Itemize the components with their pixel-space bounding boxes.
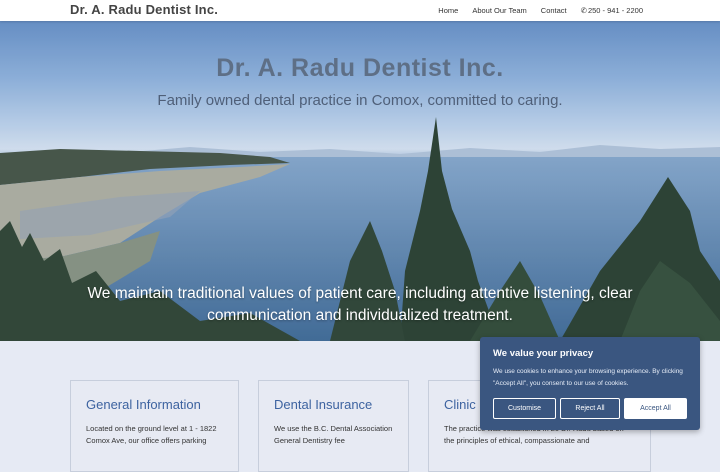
hero-section: Dr. A. Radu Dentist Inc. Family owned de… xyxy=(0,21,720,341)
hero-title: Dr. A. Radu Dentist Inc. xyxy=(216,54,504,82)
card-text: Located on the ground level at 1 - 1822 … xyxy=(86,424,217,445)
cookie-text: We use cookies to enhance your browsing … xyxy=(493,368,683,387)
nav-home[interactable]: Home xyxy=(438,6,458,15)
card-text: We use the B.C. Dental Association Gener… xyxy=(274,424,393,445)
phone-icon: ✆ xyxy=(580,6,587,15)
card-title: Clinic xyxy=(444,397,476,412)
site-brand[interactable]: Dr. A. Radu Dentist Inc. xyxy=(70,2,218,17)
card-dental-insurance: Dental Insurance We use the B.C. Dental … xyxy=(258,380,409,472)
main-nav: Home About Our Team Contact ✆250 - 941 -… xyxy=(438,6,643,15)
card-title: General Information xyxy=(86,397,201,412)
top-navigation-bar: Dr. A. Radu Dentist Inc. Home About Our … xyxy=(0,0,720,21)
nav-about-our-team[interactable]: About Our Team xyxy=(472,6,526,15)
accept-all-button[interactable]: Accept All xyxy=(624,398,687,419)
cookie-consent-banner: We value your privacy We use cookies to … xyxy=(480,337,700,430)
hero-values-statement: We maintain traditional values of patien… xyxy=(87,285,633,324)
cookie-title: We value your privacy xyxy=(493,348,594,359)
card-general-information: General Information Located on the groun… xyxy=(70,380,239,472)
customise-button[interactable]: Customise xyxy=(493,398,556,419)
nav-contact[interactable]: Contact xyxy=(541,6,567,15)
hero-subtitle: Family owned dental practice in Comox, c… xyxy=(157,92,563,109)
card-title: Dental Insurance xyxy=(274,397,373,412)
reject-all-button[interactable]: Reject All xyxy=(560,398,620,419)
phone-number: 250 - 941 - 2200 xyxy=(587,6,643,15)
nav-phone[interactable]: ✆250 - 941 - 2200 xyxy=(581,6,643,15)
